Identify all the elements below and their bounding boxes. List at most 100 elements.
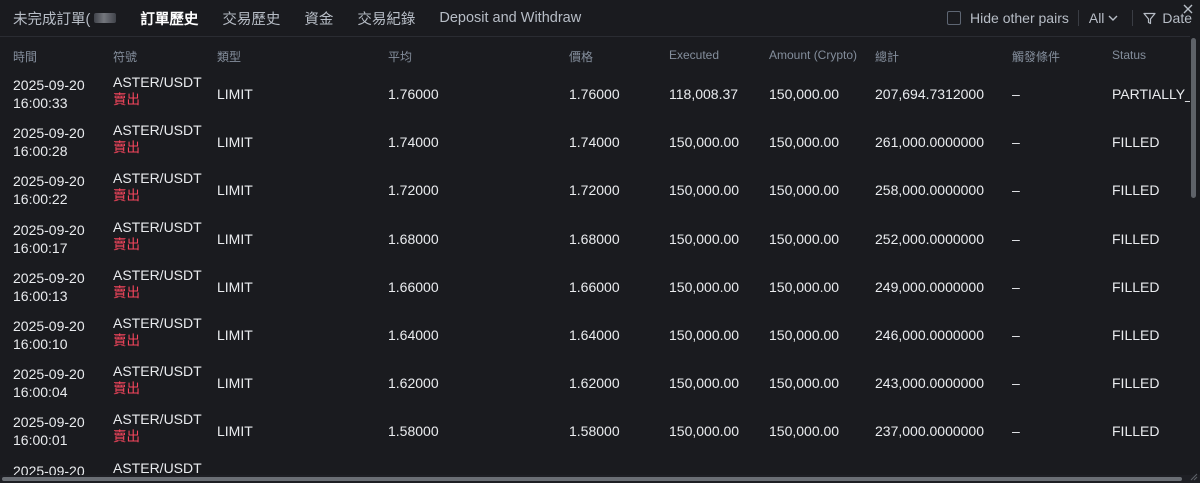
- trigger-cell: –: [1012, 375, 1020, 392]
- status-cell: FILLED: [1112, 182, 1160, 199]
- trigger-cell: –: [1012, 182, 1020, 199]
- total-cell: 249,000.0000000: [875, 278, 984, 295]
- total-cell: 243,000.0000000: [875, 375, 984, 392]
- status-cell: FILLED: [1112, 230, 1160, 247]
- hide-other-pairs-label[interactable]: Hide other pairs: [970, 10, 1069, 26]
- table-row[interactable]: 2025-09-20 16:00:28 ASTER/USDT 賣出 LIMIT 1.740…: [0, 118, 1190, 166]
- amount-cell: 150,000.00: [769, 327, 840, 343]
- symbol-pair: ASTER/USDT: [113, 74, 202, 90]
- symbol-pair: ASTER/USDT: [113, 266, 202, 283]
- column-header-symbol[interactable]: 符號: [113, 48, 137, 65]
- type-cell: LIMIT: [217, 182, 253, 199]
- avg-cell: 1.76000: [388, 86, 439, 102]
- avg-cell: 1.62000: [388, 375, 439, 392]
- symbol-cell: ASTER/USDT 賣出: [113, 218, 202, 254]
- type-cell: LIMIT: [217, 423, 253, 440]
- date-text: 2025-09-20: [13, 269, 85, 286]
- column-header-trigger[interactable]: 觸發條件: [1012, 48, 1060, 65]
- order-history-panel: 未完成訂單( 訂單歷史 交易歷史 資金 交易紀錄 Deposit and Withdraw…: [0, 0, 1200, 483]
- close-icon[interactable]: [1181, 2, 1195, 16]
- status-cell: FILLED: [1112, 134, 1160, 151]
- column-header-status[interactable]: Status: [1112, 48, 1146, 62]
- tab-bar: 未完成訂單( 訂單歷史 交易歷史 資金 交易紀錄 Deposit and Withdraw…: [0, 0, 1200, 36]
- column-header-type[interactable]: 類型: [217, 48, 241, 65]
- column-header-avg[interactable]: 平均: [388, 48, 412, 65]
- symbol-pair: ASTER/USDT: [113, 122, 202, 139]
- tab-1[interactable]: 訂單歷史: [140, 8, 198, 29]
- executed-cell: 150,000.00: [669, 375, 740, 392]
- type-cell: LIMIT: [217, 134, 253, 151]
- total-cell: 261,000.0000000: [875, 134, 984, 151]
- symbol-pair: ASTER/USDT: [113, 170, 202, 187]
- avg-cell: 1.58000: [388, 423, 439, 440]
- symbol-cell: ASTER/USDT: [113, 459, 202, 477]
- table-row[interactable]: 2025-09-20 16:00:04 ASTER/USDT 賣出 LIMIT 1.620…: [0, 359, 1190, 407]
- column-header-total[interactable]: 總計: [875, 48, 899, 65]
- filter-icon: [1143, 12, 1157, 24]
- time-text: 16:00:10: [13, 336, 68, 352]
- time-cell: 2025-09-20 16:00:28: [13, 124, 85, 160]
- symbol-cell: ASTER/USDT 賣出: [113, 266, 202, 302]
- order-side: 賣出: [113, 188, 140, 204]
- tab-label: 訂單歷史: [140, 11, 199, 28]
- executed-cell: 150,000.00: [669, 278, 740, 295]
- total-cell: 258,000.0000000: [875, 182, 984, 199]
- table-row[interactable]: 2025-09-20 16:00:33 ASTER/USDT 賣出 LIMIT 1.760…: [0, 70, 1190, 118]
- price-cell: 1.62000: [569, 375, 620, 392]
- horizontal-scrollbar[interactable]: [2, 477, 1182, 481]
- date-text: 2025-09-20: [13, 173, 85, 190]
- order-side: 賣出: [113, 284, 140, 300]
- tab-2[interactable]: 交易歷史: [222, 8, 280, 29]
- order-side: 賣出: [113, 381, 140, 397]
- table-header: 時間 符號 類型 平均 價格 Executed Amount (Crypto) …: [0, 44, 1190, 66]
- all-filter-dropdown[interactable]: All: [1089, 10, 1119, 26]
- table-row[interactable]: 2025-09-20 16:00:10 ASTER/USDT 賣出 LIMIT 1.640…: [0, 311, 1190, 359]
- order-side: 賣出: [113, 140, 140, 156]
- tab-label: 交易歷史: [222, 11, 281, 28]
- executed-cell: 150,000.00: [669, 230, 740, 247]
- table-row[interactable]: 2025-09-20 16:00:13 ASTER/USDT 賣出 LIMIT 1.660…: [0, 263, 1190, 311]
- price-cell: 1.74000: [569, 134, 620, 151]
- order-side: 賣出: [113, 333, 140, 348]
- time-text: 16:00:04: [13, 384, 68, 401]
- tab-3[interactable]: 資金: [304, 8, 333, 29]
- tab-0[interactable]: 未完成訂單(: [13, 8, 117, 29]
- tab-5[interactable]: Deposit and Withdraw: [439, 10, 581, 26]
- price-cell: 1.76000: [569, 86, 620, 102]
- table-row[interactable]: 2025-09-20 16:00:01 ASTER/USDT 賣出 LIMIT 1.580…: [0, 407, 1190, 455]
- tab-4[interactable]: 交易紀錄: [357, 8, 415, 29]
- table-row[interactable]: 2025-09-20 16:00:22 ASTER/USDT 賣出 LIMIT 1.720…: [0, 166, 1190, 214]
- symbol-pair: ASTER/USDT: [113, 459, 202, 476]
- time-text: 16:00:01: [13, 432, 68, 449]
- price-cell: 1.72000: [569, 182, 620, 199]
- status-cell: FILLED: [1112, 423, 1160, 440]
- type-cell: LIMIT: [217, 86, 253, 102]
- trigger-cell: –: [1012, 278, 1020, 295]
- executed-cell: 150,000.00: [669, 182, 740, 199]
- resize-grip-icon[interactable]: [1190, 473, 1198, 481]
- trigger-cell: –: [1012, 134, 1020, 151]
- time-cell: 2025-09-20 16:00:22: [13, 172, 85, 208]
- date-text: 2025-09-20: [13, 125, 85, 142]
- amount-cell: 150,000.00: [769, 423, 840, 440]
- hide-other-pairs-checkbox[interactable]: [947, 11, 962, 25]
- column-header-executed[interactable]: Executed: [669, 48, 719, 62]
- column-header-amount[interactable]: Amount (Crypto): [769, 48, 857, 62]
- order-side: 賣出: [113, 429, 140, 445]
- symbol-pair: ASTER/USDT: [113, 218, 202, 235]
- column-header-time[interactable]: 時間: [13, 48, 37, 65]
- tab-label: 未完成訂單(: [13, 11, 91, 28]
- redacted-count: [94, 13, 117, 23]
- status-cell: FILLED: [1112, 327, 1160, 343]
- total-cell: 237,000.0000000: [875, 423, 984, 440]
- time-text: 16:00:28: [13, 143, 68, 160]
- table-row[interactable]: 2025-09-20 16:00:17 ASTER/USDT 賣出 LIMIT 1.680…: [0, 215, 1190, 263]
- amount-cell: 150,000.00: [769, 86, 840, 102]
- column-header-price[interactable]: 價格: [569, 48, 593, 65]
- amount-cell: 150,000.00: [769, 230, 840, 247]
- vertical-scrollbar[interactable]: [1191, 38, 1196, 198]
- all-filter-label: All: [1088, 10, 1105, 26]
- date-text: 2025-09-20: [13, 318, 85, 334]
- trigger-cell: –: [1012, 327, 1020, 343]
- time-cell: 2025-09-20 16:00:10: [13, 317, 85, 353]
